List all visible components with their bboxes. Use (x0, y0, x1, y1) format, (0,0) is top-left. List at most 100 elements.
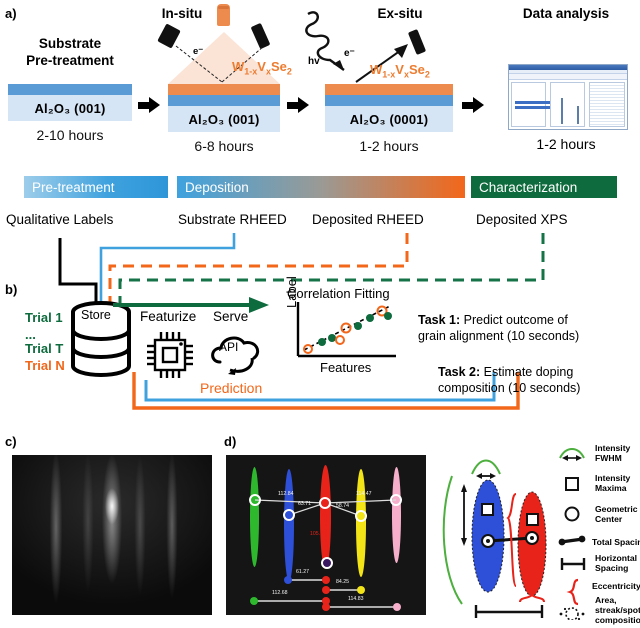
formula-w: W (232, 59, 245, 74)
formula-v: V (257, 59, 266, 74)
correlation-plot-title: Correlation Fitting (287, 286, 390, 301)
chip-featurize-icon (147, 332, 193, 378)
task-1: Task 1: Predict outcome of grain alignme… (418, 312, 579, 344)
annotated-rheed-image: 112.84 63.71 114.47 58.74 105.72 61.27 8… (226, 455, 426, 615)
node-origin (321, 557, 333, 569)
trial-item-1: Trial 1 (25, 310, 63, 325)
dot-pink-spacing (393, 603, 401, 611)
correlation-plot-axes (296, 302, 396, 358)
node-blue (283, 509, 295, 521)
stage-bar-pre-treatment[interactable]: Pre-treatment (24, 176, 168, 198)
store-label: Store (81, 308, 111, 322)
panel-a-letter: a) (5, 6, 17, 21)
formula2-v: V (395, 62, 404, 77)
formula2-se-sub: 2 (424, 69, 430, 80)
arrow-step3-to-step4 (462, 97, 484, 113)
measurement-114-83: 114.83 (348, 596, 364, 602)
measurement-105-72: 105.72 (310, 531, 326, 537)
panel-b-letter: b) (5, 282, 18, 297)
film-formula-insitu: W1-xVxSe2 (232, 59, 292, 77)
thumb-peak-2 (576, 106, 579, 124)
electron-beam-label: e⁻ (193, 46, 204, 57)
measurement-61-27: 61.27 (296, 569, 309, 575)
node-red (319, 497, 331, 509)
step1-title-line1: Substrate (38, 36, 102, 51)
thumb-peak-1 (560, 98, 563, 124)
task-2-text1: Estimate doping (480, 365, 574, 379)
task-1-name: Task 1: (418, 313, 461, 327)
thumb-chart-panel-1 (511, 82, 559, 127)
thumb-body (509, 80, 627, 129)
legend-text-maxima: Intensity Maxima (595, 473, 630, 494)
label-deposited-xps: Deposited XPS (476, 212, 568, 227)
measurement-114-47: 114.47 (356, 491, 372, 497)
task-1-text1: Predict outcome of (460, 313, 568, 327)
legend-maxima-line2: Maxima (595, 482, 627, 493)
legend-text-fwhm: Intensity FWHM (595, 443, 630, 464)
trial-item-t: Trial T (25, 341, 64, 356)
node-pink (390, 494, 402, 506)
step1-title: Substrate Pre-treatment (8, 36, 132, 70)
formula-w-sub: 1-x (244, 66, 258, 77)
step1-substrate-stack: Al₂O₃ (001) 2-10 hours (8, 84, 132, 143)
ex-situ-electron-label: e⁻ (344, 48, 355, 59)
task-2-line2: composition (10 seconds) (438, 381, 581, 395)
task-2: Task 2: Estimate doping composition (10 … (438, 364, 580, 396)
measurement-84-25: 84.25 (336, 579, 349, 585)
step2-substrate-stack: Al₂O₃ (001) 6-8 hours (168, 84, 280, 154)
thumb-spreadsheet-panel (588, 82, 625, 127)
formula2-w: W (370, 62, 383, 77)
step2-film-layer (168, 84, 280, 95)
task-2-name: Task 2: (438, 365, 481, 379)
node-yellow (355, 510, 367, 522)
legend-text-horizontal-spacing: Horizontal Spacing (595, 553, 637, 574)
dot-red-spacing-4 (322, 603, 330, 611)
trial-item-ellipsis: ... (25, 327, 36, 342)
formula-se-sub: 2 (286, 66, 292, 77)
formula2-w-sub: 1-x (382, 69, 396, 80)
legend-text-eccentricity: Eccentricity (592, 581, 640, 591)
panel-d-letter: d) (224, 434, 237, 449)
label-deposited-rheed: Deposited RHEED (312, 212, 424, 227)
deposition-source-icon (217, 4, 230, 26)
legend-text-center: Geometric Center (595, 504, 638, 525)
photon-label: hv (308, 56, 320, 67)
trial-item-n: Trial N (25, 358, 65, 373)
film-formula-exsitu: W1-xVxSe2 (370, 62, 430, 80)
measurement-112-84: 112.84 (278, 491, 294, 497)
measurement-58-74: 58.74 (336, 503, 349, 509)
legend-text-area: Area, streak/spot composition (595, 595, 640, 626)
data-analysis-screenshot (508, 64, 628, 130)
step1-substrate-label: Al₂O₃ (001) (8, 95, 132, 121)
task-2-line1: Task 2: Estimate doping (438, 364, 580, 380)
step2-duration: 6-8 hours (194, 138, 254, 154)
legend-center-line2: Center (595, 513, 623, 524)
step2-substrate-label: Al₂O₃ (001) (168, 106, 280, 132)
measurement-112-68: 112.68 (272, 590, 288, 596)
dot-blue-spacing (284, 576, 292, 584)
step3-buffer-layer (325, 95, 453, 106)
train-arrow (113, 297, 269, 313)
legend-icons (558, 448, 586, 620)
task-1-line2: grain alignment (10 seconds) (418, 329, 580, 343)
dot-red-spacing-1 (322, 576, 330, 584)
legend-fwhm-line2: FWHM (595, 452, 622, 463)
label-substrate-rheed: Substrate RHEED (178, 212, 287, 227)
legend-diagram (442, 459, 547, 618)
arrow-step1-to-step2 (138, 97, 160, 113)
arrow-step2-to-step3 (287, 97, 309, 113)
step3-duration: 1-2 hours (359, 138, 419, 154)
task-1-line1: Task 1: Predict outcome of (418, 312, 579, 328)
raw-rheed-image (12, 455, 212, 615)
stage-bar-characterization[interactable]: Characterization (471, 176, 617, 198)
step4-title: Data analysis (522, 6, 610, 21)
measurement-63-71: 63.71 (298, 501, 311, 507)
step3-substrate-stack: Al₂O₃ (0001) 1-2 hours (325, 84, 453, 154)
stage-bar-deposition[interactable]: Deposition (177, 176, 465, 198)
legend-hspacing-line2: Spacing (595, 562, 629, 573)
formula2-se: Se (408, 62, 425, 77)
label-qualitative: Qualitative Labels (6, 212, 114, 227)
step1-buffer-layer (8, 84, 132, 95)
formula-se: Se (270, 59, 287, 74)
legend-text-total-spacing: Total Spacing (592, 537, 640, 547)
